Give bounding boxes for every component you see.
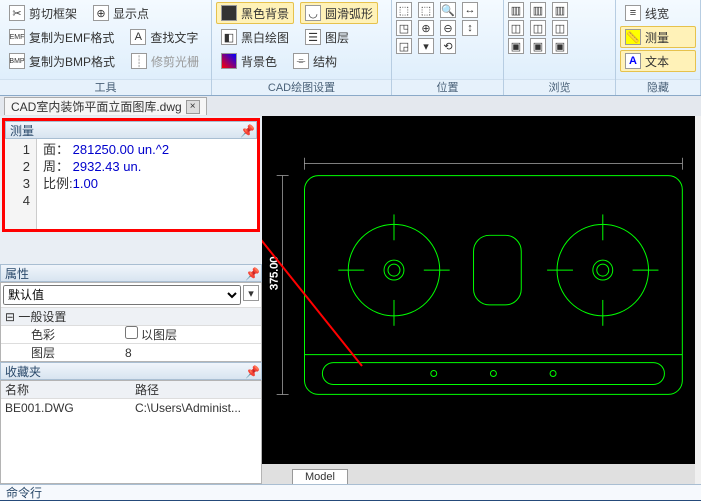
arc-icon: ◡ xyxy=(305,5,321,21)
br4-icon[interactable]: ◫ xyxy=(508,20,524,36)
drawing-canvas[interactable]: 375.00 xyxy=(262,116,695,464)
favorites-panel: 名称 路径 BE001.DWG C:\Users\Administ... xyxy=(0,380,262,484)
btn-find-text[interactable]: A查找文字 xyxy=(125,26,203,48)
pos1-icon[interactable]: ⬚ xyxy=(396,2,412,18)
black-bg-icon xyxy=(221,5,237,21)
btn-smooth-arc[interactable]: ◡圆滑弧形 xyxy=(300,2,378,24)
model-tab[interactable]: Model xyxy=(292,469,348,484)
group-hide-label: 隐藏 xyxy=(616,79,700,95)
pin-icon[interactable]: 📌 xyxy=(240,124,252,136)
br9-icon[interactable]: ▣ xyxy=(552,38,568,54)
group-browse-label: 浏览 xyxy=(504,79,615,95)
br8-icon[interactable]: ▣ xyxy=(530,38,546,54)
props-panel-header: 属性 📌 xyxy=(0,264,262,282)
pin-icon[interactable]: 📌 xyxy=(245,365,257,377)
br7-icon[interactable]: ▣ xyxy=(508,38,524,54)
props-section-general[interactable]: 一般设置 xyxy=(1,307,261,325)
btn-layers[interactable]: ☰图层 xyxy=(300,26,354,48)
trim-icon: ┊ xyxy=(131,53,147,69)
btn-text[interactable]: A文本 xyxy=(620,50,696,72)
btn-crop-frame[interactable]: ✂剪切框架 xyxy=(4,2,82,24)
props-row-color[interactable]: 色彩以图层 xyxy=(1,325,261,343)
group-tools-label: 工具 xyxy=(0,79,211,95)
fav-row[interactable]: BE001.DWG C:\Users\Administ... xyxy=(1,399,261,417)
model-tab-bar: Model xyxy=(262,464,695,484)
props-row-layer[interactable]: 图层8 xyxy=(1,343,261,361)
pos10-icon[interactable]: ▾ xyxy=(418,38,434,54)
btn-black-bg[interactable]: 黑色背景 xyxy=(216,2,294,24)
btn-bg-color[interactable]: 背景色 xyxy=(216,50,282,72)
properties-panel: 默认值 ▾ 一般设置 色彩以图层 图层8 xyxy=(0,282,262,362)
fav-col-name[interactable]: 名称 xyxy=(1,381,131,398)
fav-col-path[interactable]: 路径 xyxy=(131,381,261,398)
file-close-button[interactable]: × xyxy=(186,100,200,114)
text-icon: A xyxy=(625,53,641,69)
measure-output: 1 2 3 4 面： 281250.00 un.^2 周： 2932.43 un… xyxy=(5,139,257,229)
file-tab[interactable]: CAD室内装饰平面立面图库.dwg × xyxy=(4,97,207,115)
bgcolor-icon xyxy=(221,53,237,69)
bw-icon: ◧ xyxy=(221,29,237,45)
file-name: CAD室内装饰平面立面图库.dwg xyxy=(11,98,182,115)
btn-trim-raster[interactable]: ┊修剪光栅 xyxy=(126,50,204,72)
br5-icon[interactable]: ◫ xyxy=(530,20,546,36)
pos3-icon[interactable]: 🔍 xyxy=(440,2,456,18)
measure-icon: 📏 xyxy=(625,29,641,45)
btn-copy-bmp[interactable]: BMP复制为BMP格式 xyxy=(4,50,120,72)
group-position-label: 位置 xyxy=(392,79,503,95)
btn-copy-emf[interactable]: EMF复制为EMF格式 xyxy=(4,26,119,48)
pos6-icon[interactable]: ⊕ xyxy=(418,20,434,36)
btn-structure[interactable]: ⌯结构 xyxy=(288,50,342,72)
fav-panel-header: 收藏夹 📌 xyxy=(0,362,262,380)
pos11-icon[interactable]: ⟲ xyxy=(440,38,456,54)
ribbon: ✂剪切框架 ⊕显示点 EMF复制为EMF格式 A查找文字 BMP复制为BMP格式… xyxy=(0,0,701,96)
emf-icon: EMF xyxy=(9,29,25,45)
points-icon: ⊕ xyxy=(93,5,109,21)
pos4-icon[interactable]: ↔ xyxy=(462,2,478,18)
props-filter-icon[interactable]: ▾ xyxy=(243,285,259,301)
pin-icon[interactable]: 📌 xyxy=(245,267,257,279)
btn-bw-draw[interactable]: ◧黑白绘图 xyxy=(216,26,294,48)
btn-show-points[interactable]: ⊕显示点 xyxy=(88,2,154,24)
left-panel: CAD室内装饰平面立面图库.dwg × 测量 📌 1 2 3 4 面： 2812… xyxy=(0,96,262,484)
pos2-icon[interactable]: ⬚ xyxy=(418,2,434,18)
br6-icon[interactable]: ◫ xyxy=(552,20,568,36)
measure-panel-header: 测量 📌 xyxy=(5,121,257,139)
pos9-icon[interactable]: ◲ xyxy=(396,38,412,54)
br1-icon[interactable]: ▥ xyxy=(508,2,524,18)
structure-icon: ⌯ xyxy=(293,53,309,69)
command-line[interactable]: 命令行 xyxy=(0,484,701,500)
br2-icon[interactable]: ▥ xyxy=(530,2,546,18)
file-tab-bar: CAD室内装饰平面立面图库.dwg × xyxy=(0,96,262,116)
br3-icon[interactable]: ▥ xyxy=(552,2,568,18)
search-icon: A xyxy=(130,29,146,45)
pos5-icon[interactable]: ◳ xyxy=(396,20,412,36)
linewidth-icon: ≡ xyxy=(625,5,641,21)
btn-linewidth[interactable]: ≡线宽 xyxy=(620,2,696,24)
bmp-icon: BMP xyxy=(9,53,25,69)
pos8-icon[interactable]: ↕ xyxy=(462,20,478,36)
group-cad-label: CAD绘图设置 xyxy=(212,79,391,95)
dim-height: 375.00 xyxy=(269,257,281,290)
props-select[interactable]: 默认值 xyxy=(3,285,241,305)
color-bylayer-check[interactable] xyxy=(125,326,138,339)
btn-measure[interactable]: 📏测量 xyxy=(620,26,696,48)
layers-icon: ☰ xyxy=(305,29,321,45)
crop-icon: ✂ xyxy=(9,5,25,21)
pos7-icon[interactable]: ⊖ xyxy=(440,20,456,36)
